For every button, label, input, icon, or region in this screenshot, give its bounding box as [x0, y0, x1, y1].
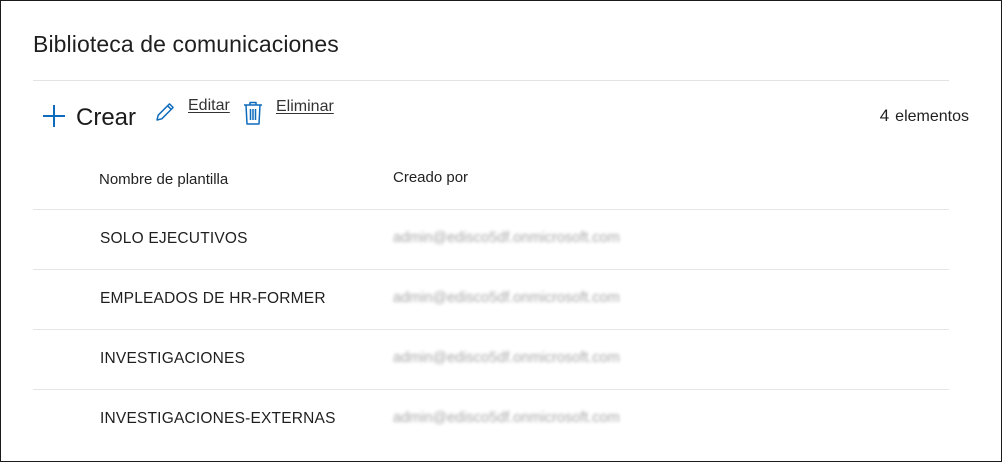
- table-row[interactable]: INVESTIGACIONES admin@edisco5df.onmicros…: [33, 329, 949, 389]
- template-name-cell: INVESTIGACIONES-EXTERNAS: [100, 410, 336, 427]
- table-header: Nombre de plantilla Creado por: [1, 169, 1001, 191]
- template-name-cell: SOLO EJECUTIVOS: [100, 230, 248, 247]
- toolbar: Crear Editar Eliminar 4 elementos: [1, 96, 1001, 136]
- communications-library-panel: Biblioteca de comunicaciones Crear Edita…: [0, 0, 1002, 462]
- pencil-icon: [156, 103, 174, 121]
- table-body: SOLO EJECUTIVOS admin@edisco5df.onmicros…: [33, 209, 949, 449]
- table-row[interactable]: INVESTIGACIONES-EXTERNAS admin@edisco5df…: [33, 389, 949, 449]
- edit-label: Editar: [188, 97, 230, 114]
- page-title: Biblioteca de comunicaciones: [33, 31, 339, 57]
- created-by-cell: admin@edisco5df.onmicrosoft.com: [393, 230, 620, 246]
- item-count-number: 4: [879, 106, 890, 125]
- column-header-created-by[interactable]: Creado por: [393, 169, 468, 186]
- create-label: Crear: [76, 104, 137, 131]
- created-by-cell: admin@edisco5df.onmicrosoft.com: [393, 290, 620, 306]
- delete-label: Eliminar: [276, 98, 334, 115]
- trash-icon: [244, 101, 262, 125]
- title-divider: [33, 80, 949, 81]
- edit-button[interactable]: Editar: [153, 97, 230, 124]
- item-count-label: elementos: [895, 108, 969, 125]
- table-row[interactable]: EMPLEADOS DE HR-FORMER admin@edisco5df.o…: [33, 269, 949, 329]
- created-by-cell: admin@edisco5df.onmicrosoft.com: [393, 410, 620, 426]
- delete-button[interactable]: Eliminar: [242, 98, 334, 126]
- created-by-cell: admin@edisco5df.onmicrosoft.com: [393, 350, 620, 366]
- template-name-cell: EMPLEADOS DE HR-FORMER: [100, 290, 326, 307]
- template-name-cell: INVESTIGACIONES: [100, 350, 246, 367]
- create-button[interactable]: Crear: [41, 100, 136, 132]
- item-count: 4 elementos: [880, 106, 969, 126]
- column-header-template-name[interactable]: Nombre de plantilla: [99, 171, 228, 188]
- table-row[interactable]: SOLO EJECUTIVOS admin@edisco5df.onmicros…: [33, 209, 949, 269]
- plus-icon: [43, 105, 65, 127]
